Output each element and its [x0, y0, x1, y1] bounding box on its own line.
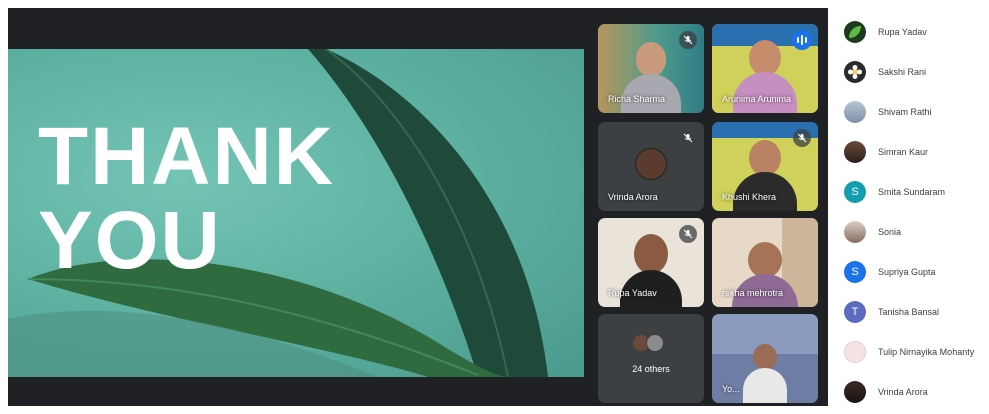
avatar	[844, 101, 866, 123]
participant-row[interactable]: S Supriya Gupta	[844, 260, 936, 284]
others-avatars	[632, 334, 672, 354]
participant-tile[interactable]: Vrinda Arora	[598, 122, 704, 211]
mic-off-icon	[679, 225, 697, 243]
participant-name: Vrinda Arora	[878, 387, 928, 397]
slide-title: THANK YOU	[38, 115, 335, 283]
flower-icon	[848, 65, 862, 79]
participant-row[interactable]: Sakshi Rani	[844, 60, 926, 84]
participant-name: Sakshi Rani	[878, 67, 927, 77]
participant-tile[interactable]: Yo...	[712, 314, 818, 403]
participant-tile[interactable]: Rupa Yadav	[598, 218, 704, 307]
avatar	[844, 141, 866, 163]
participant-row[interactable]: Simran Kaur	[844, 140, 928, 164]
participant-name: Tanisha Bansal	[878, 307, 940, 317]
avatar	[646, 334, 664, 352]
speaking-indicator-icon	[792, 30, 812, 50]
avatar: T	[844, 301, 866, 323]
participant-tile[interactable]: Arunima Arunima	[712, 24, 818, 113]
avatar	[844, 221, 866, 243]
participant-tile[interactable]: Khushi Khera	[712, 122, 818, 211]
avatar	[844, 341, 866, 363]
person-video	[753, 344, 777, 370]
participant-name: Shivam Rathi	[878, 107, 932, 117]
participant-tile[interactable]: rekha mehrotra	[712, 218, 818, 307]
tile-name: Arunima Arunima	[722, 94, 792, 104]
participant-tile[interactable]: Richa Sharma	[598, 24, 704, 113]
avatar	[844, 21, 866, 43]
participant-row[interactable]: Tulip Nirnayika Mohanty	[844, 340, 974, 364]
tile-name: rekha mehrotra	[722, 288, 784, 298]
participants-list[interactable]: Rupa Yadav Sakshi Rani Shivam Rathi Simr…	[836, 8, 989, 414]
slide-title-line-1: THANK	[38, 111, 335, 202]
participant-name: Sonia	[878, 227, 902, 237]
participant-row[interactable]: T Tanisha Bansal	[844, 300, 939, 324]
tile-name: Vrinda Arora	[608, 192, 658, 202]
participant-row[interactable]: Shivam Rathi	[844, 100, 932, 124]
participant-name: Tulip Nirnayika Mohanty	[878, 347, 975, 357]
person-video	[636, 42, 666, 76]
participant-name: Simran Kaur	[878, 147, 929, 157]
avatar	[844, 381, 866, 403]
person-video	[749, 140, 781, 176]
participant-name: Smita Sundaram	[878, 187, 946, 197]
avatar: S	[844, 181, 866, 203]
leaf-icon	[849, 26, 861, 38]
others-count: 24 others	[632, 364, 670, 374]
mic-off-icon	[679, 129, 697, 147]
participant-row[interactable]: S Smita Sundaram	[844, 180, 945, 204]
presentation-slide: THANK YOU	[8, 49, 584, 377]
others-tile[interactable]: 24 others	[598, 314, 704, 403]
participant-row[interactable]: Sonia	[844, 220, 901, 244]
mic-off-icon	[793, 129, 811, 147]
tile-name: Richa Sharma	[608, 94, 666, 104]
participant-name: Rupa Yadav	[878, 27, 927, 37]
participant-row[interactable]: Rupa Yadav	[844, 20, 927, 44]
avatar	[635, 148, 667, 180]
participant-name: Supriya Gupta	[878, 267, 936, 277]
slide-title-line-2: YOU	[38, 195, 222, 286]
person-video	[634, 234, 668, 274]
mic-off-icon	[679, 31, 697, 49]
tile-name: Yo...	[722, 384, 740, 394]
person-video	[749, 40, 781, 76]
tile-name: Khushi Khera	[722, 192, 777, 202]
tile-name: Rupa Yadav	[608, 288, 657, 298]
person-video	[748, 242, 782, 278]
avatar: S	[844, 261, 866, 283]
participant-row[interactable]: Vrinda Arora	[844, 380, 928, 404]
avatar	[844, 61, 866, 83]
